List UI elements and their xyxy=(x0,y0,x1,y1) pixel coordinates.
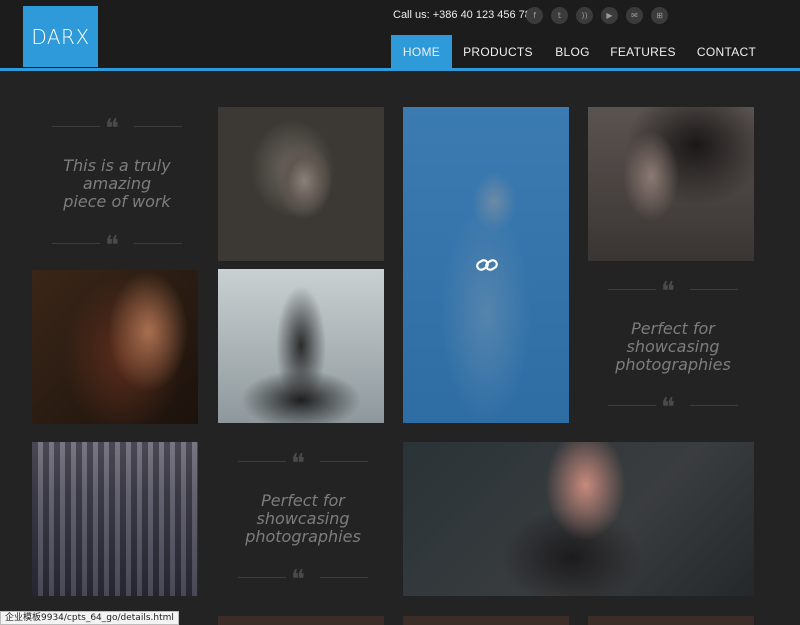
nav-contact[interactable]: CONTACT xyxy=(685,35,768,68)
divider xyxy=(134,243,182,244)
divider xyxy=(320,577,368,578)
divider xyxy=(320,461,368,462)
browser-status-bar: 企业模板9934/cpts_64_go/details.html xyxy=(0,611,179,625)
photo-tile[interactable] xyxy=(218,616,384,625)
twitter-icon[interactable]: t xyxy=(551,7,568,24)
link-icon[interactable] xyxy=(475,257,499,273)
nav-products[interactable]: PRODUCTS xyxy=(452,35,544,68)
photo-tile[interactable] xyxy=(218,107,384,261)
facebook-icon[interactable]: f xyxy=(526,7,543,24)
mail-icon[interactable]: ✉ xyxy=(626,7,643,24)
photo-tile[interactable] xyxy=(588,107,754,261)
quote-mark-icon: ❝ xyxy=(661,277,675,307)
main-nav: HOME PRODUCTS BLOG FEATURES CONTACT xyxy=(391,35,768,68)
quote-text: This is a truly amazing piece of work xyxy=(63,156,171,211)
photo-tile[interactable] xyxy=(588,616,754,625)
site-header: DARX Call us: +386 40 123 456 789 f t ))… xyxy=(0,0,800,68)
divider xyxy=(608,289,656,290)
quote-mark-icon: ❝ xyxy=(105,114,119,144)
quote-tile: Perfect for showcasing photographies xyxy=(588,320,758,374)
logo[interactable]: DARX xyxy=(23,6,98,67)
divider xyxy=(134,126,182,127)
social-icons: f t )) ▶ ✉ ⊞ xyxy=(526,7,668,24)
quote-mark-icon: ❝ xyxy=(291,565,305,595)
divider xyxy=(52,243,100,244)
nav-home[interactable]: HOME xyxy=(391,35,452,68)
photo-tile[interactable] xyxy=(32,442,198,596)
header-accent-line xyxy=(0,68,800,71)
quote-text: Perfect for showcasing photographies xyxy=(615,319,731,374)
divider xyxy=(238,577,286,578)
quote-tile: Perfect for showcasing photographies xyxy=(218,492,388,546)
divider xyxy=(238,461,286,462)
photo-tile-hover[interactable] xyxy=(403,107,569,423)
nav-blog[interactable]: BLOG xyxy=(544,35,601,68)
windows-icon[interactable]: ⊞ xyxy=(651,7,668,24)
quote-mark-icon: ❝ xyxy=(105,231,119,261)
quote-mark-icon: ❝ xyxy=(661,393,675,423)
divider xyxy=(690,405,738,406)
rss-icon[interactable]: )) xyxy=(576,7,593,24)
photo-tile-wide[interactable] xyxy=(403,442,754,596)
divider xyxy=(608,405,656,406)
nav-features[interactable]: FEATURES xyxy=(601,35,685,68)
call-us-text: Call us: +386 40 123 456 789 xyxy=(393,9,538,21)
photo-tile[interactable] xyxy=(218,269,384,423)
divider xyxy=(52,126,100,127)
youtube-icon[interactable]: ▶ xyxy=(601,7,618,24)
divider xyxy=(690,289,738,290)
quote-text: Perfect for showcasing photographies xyxy=(245,491,361,546)
photo-tile[interactable] xyxy=(32,270,198,424)
quote-mark-icon: ❝ xyxy=(291,449,305,479)
quote-tile: This is a truly amazing piece of work xyxy=(32,157,202,211)
photo-tile[interactable] xyxy=(403,616,569,625)
